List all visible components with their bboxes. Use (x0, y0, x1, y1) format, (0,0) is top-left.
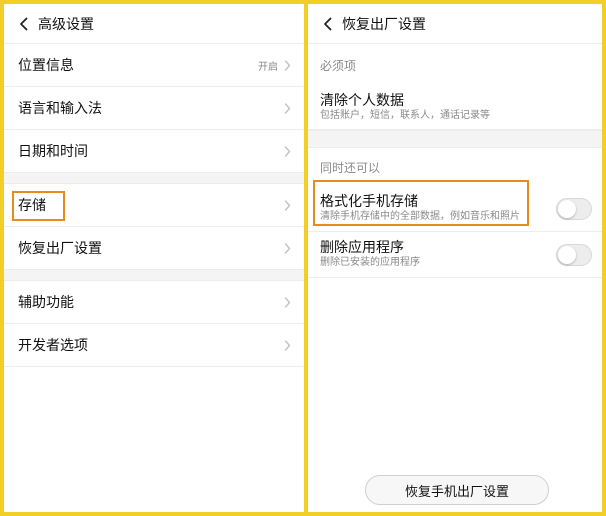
section-gap (4, 270, 304, 281)
advanced-settings-header: 高级设置 (4, 4, 304, 44)
settings-item-label: 恢复出厂设置 (18, 241, 102, 257)
delete-apps-toggle[interactable] (556, 243, 592, 266)
toggle-knob (558, 245, 576, 264)
section-gap (4, 173, 304, 184)
advanced-settings-list: 位置信息 开启 语言和输入法 日期和时间 存储 恢复出厂设置 辅助功能 开发者选… (4, 44, 304, 367)
factory-reset-panel: 恢复出厂设置 必须项 清除个人数据 包括账户，短信，联系人，通话记录等 同时还可… (308, 4, 602, 512)
chevron-right-icon (284, 242, 292, 254)
settings-item-label: 位置信息 (18, 58, 74, 74)
section-divider (308, 130, 602, 148)
settings-item-language-input[interactable]: 语言和输入法 (4, 87, 304, 130)
chevron-right-icon (284, 145, 292, 157)
format-storage-subtitle: 清除手机存储中的全部数据，例如音乐和照片 (320, 210, 520, 222)
settings-item-label: 辅助功能 (18, 295, 74, 311)
toggle-knob (558, 199, 576, 218)
settings-item-label: 开发者选项 (18, 338, 88, 354)
settings-item-label: 语言和输入法 (18, 101, 102, 117)
location-status-value: 开启 (258, 61, 278, 73)
chevron-right-icon (284, 339, 292, 351)
chevron-right-icon (284, 59, 292, 71)
reset-phone-button[interactable]: 恢复手机出厂设置 (365, 475, 549, 505)
back-arrow-icon[interactable] (318, 15, 336, 33)
format-storage-title: 格式化手机存储 (320, 193, 418, 210)
delete-apps-item[interactable]: 删除应用程序 删除已安装的应用程序 (308, 232, 602, 278)
settings-item-label: 日期和时间 (18, 144, 88, 160)
clear-personal-data-item: 清除个人数据 包括账户，短信，联系人，通话记录等 (308, 86, 602, 130)
chevron-right-icon (284, 102, 292, 114)
page-title: 高级设置 (38, 16, 94, 33)
chevron-right-icon (284, 296, 292, 308)
screenshot-frame: 高级设置 位置信息 开启 语言和输入法 日期和时间 存储 恢复出厂设置 辅助功能… (0, 0, 606, 516)
back-arrow-icon[interactable] (14, 15, 32, 33)
delete-apps-subtitle: 删除已安装的应用程序 (320, 256, 420, 268)
format-storage-toggle[interactable] (556, 197, 592, 220)
delete-apps-title: 删除应用程序 (320, 239, 404, 256)
section-optional-title: 同时还可以 (320, 160, 381, 175)
clear-data-title: 清除个人数据 (320, 92, 404, 109)
format-storage-item[interactable]: 格式化手机存储 清除手机存储中的全部数据，例如音乐和照片 (308, 186, 602, 232)
settings-item-developer-options[interactable]: 开发者选项 (4, 324, 304, 367)
settings-item-location[interactable]: 位置信息 开启 (4, 44, 304, 87)
settings-item-factory-reset[interactable]: 恢复出厂设置 (4, 227, 304, 270)
settings-item-storage[interactable]: 存储 (4, 184, 304, 227)
advanced-settings-panel: 高级设置 位置信息 开启 语言和输入法 日期和时间 存储 恢复出厂设置 辅助功能… (4, 4, 304, 512)
clear-data-subtitle: 包括账户，短信，联系人，通话记录等 (320, 109, 490, 121)
chevron-right-icon (284, 199, 292, 211)
settings-item-date-time[interactable]: 日期和时间 (4, 130, 304, 173)
settings-item-label: 存储 (18, 198, 46, 214)
settings-item-accessibility[interactable]: 辅助功能 (4, 281, 304, 324)
page-title: 恢复出厂设置 (342, 16, 426, 33)
factory-reset-header: 恢复出厂设置 (308, 4, 602, 44)
section-required-title: 必须项 (320, 58, 357, 73)
